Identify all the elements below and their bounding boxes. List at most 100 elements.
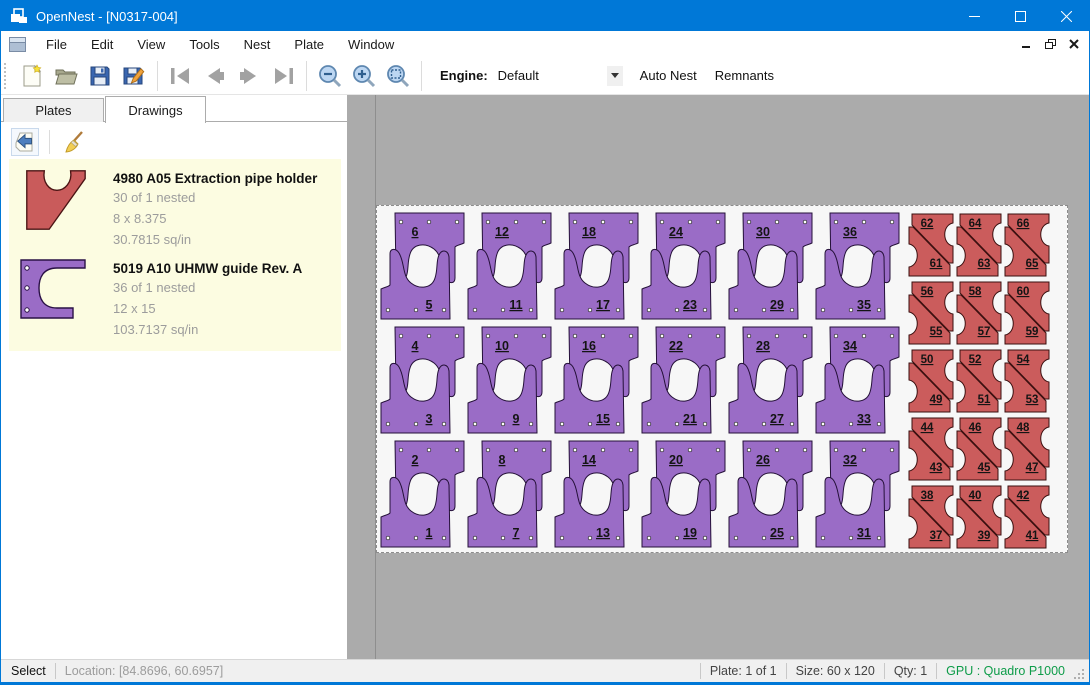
remnants-button[interactable]: Remnants <box>706 62 783 89</box>
drawing-area: 103.7137 sq/in <box>113 321 302 339</box>
nest-pair-purple: 87 <box>468 441 551 547</box>
menu-file[interactable]: File <box>34 33 79 56</box>
part-number: 10 <box>495 339 509 353</box>
first-plate-icon <box>168 65 194 87</box>
mdi-document-icon[interactable] <box>9 37 26 52</box>
menu-plate[interactable]: Plate <box>282 33 336 56</box>
last-plate-icon <box>270 65 296 87</box>
clear-drawings-button[interactable] <box>60 128 88 156</box>
status-bar: Select Location: [84.8696, 60.6957] Plat… <box>1 659 1089 682</box>
part-number: 56 <box>921 286 934 298</box>
nest-pair-purple: 2625 <box>729 441 812 547</box>
save-as-button[interactable] <box>117 60 151 92</box>
part-number: 37 <box>930 530 943 542</box>
close-button[interactable] <box>1043 1 1089 31</box>
part-number: 59 <box>1026 326 1039 338</box>
new-button[interactable] <box>15 60 49 92</box>
part-number: 32 <box>843 453 857 467</box>
cursor-location: Location: [84.8696, 60.6957] <box>65 664 223 678</box>
part-hole <box>501 422 505 426</box>
part-number: 35 <box>857 298 871 312</box>
next-plate-button[interactable] <box>232 60 266 92</box>
minimize-button[interactable] <box>951 1 997 31</box>
tab-plates[interactable]: Plates <box>3 98 104 122</box>
mdi-minimize-button[interactable] <box>1017 35 1035 53</box>
part-number: 34 <box>843 339 857 353</box>
previous-plate-button[interactable] <box>198 60 232 92</box>
nest-pair-purple: 2019 <box>642 441 725 547</box>
main-toolbar: Engine: Default Auto Nest Remnants <box>1 57 1089 95</box>
open-button[interactable] <box>49 60 83 92</box>
menu-tools[interactable]: Tools <box>177 33 231 56</box>
part-number: 36 <box>843 225 857 239</box>
menu-edit[interactable]: Edit <box>79 33 125 56</box>
nest-pair-red: 4645 <box>957 418 1001 480</box>
part-hole <box>703 422 707 426</box>
part-hole <box>414 422 418 426</box>
part-number: 64 <box>969 218 982 230</box>
drawing-area: 30.7815 sq/in <box>113 231 317 249</box>
nest-canvas[interactable]: 6512111817242330293635431091615222128273… <box>347 95 1089 661</box>
drawing-item-4980[interactable]: 4980 A05 Extraction pipe holder 30 of 1 … <box>9 163 341 253</box>
first-plate-button[interactable] <box>164 60 198 92</box>
nest-pair-purple: 65 <box>381 213 464 319</box>
part-hole <box>747 334 751 338</box>
part-hole <box>675 308 679 312</box>
maximize-button[interactable] <box>997 1 1043 31</box>
part-hole <box>660 448 664 452</box>
mdi-restore-button[interactable] <box>1041 35 1059 53</box>
part-hole <box>688 448 692 452</box>
part-hole <box>877 308 881 312</box>
maximize-icon <box>1015 11 1026 22</box>
resize-grip[interactable] <box>1073 668 1085 680</box>
engine-combobox[interactable]: Default <box>494 64 603 88</box>
toolbar-grip[interactable] <box>4 63 9 89</box>
part-number: 2 <box>412 453 419 467</box>
engine-dropdown-button[interactable] <box>607 66 623 86</box>
nest-pair-red: 6665 <box>1005 214 1049 276</box>
zoom-fit-button[interactable] <box>381 60 415 92</box>
part-hole <box>862 448 866 452</box>
plate[interactable]: 6512111817242330293635431091615222128273… <box>376 205 1068 553</box>
part-number: 29 <box>770 298 784 312</box>
part-hole <box>734 308 738 312</box>
part-hole <box>877 422 881 426</box>
plate-count: Plate: 1 of 1 <box>710 664 777 678</box>
import-drawing-button[interactable] <box>11 128 39 156</box>
part-hole <box>821 308 825 312</box>
zoom-out-button[interactable] <box>313 60 347 92</box>
menu-nest[interactable]: Nest <box>232 33 283 56</box>
save-button[interactable] <box>83 60 117 92</box>
engine-label: Engine: <box>440 68 488 83</box>
mdi-close-button[interactable] <box>1065 35 1083 53</box>
zoom-in-icon <box>351 63 377 89</box>
drawing-thumbnail-red <box>19 168 91 234</box>
last-plate-button[interactable] <box>266 60 300 92</box>
nest-pair-red: 5453 <box>1005 350 1049 412</box>
part-number: 26 <box>756 453 770 467</box>
part-number: 33 <box>857 412 871 426</box>
part-hole <box>442 422 446 426</box>
part-number: 5 <box>426 298 433 312</box>
tab-drawings[interactable]: Drawings <box>105 96 206 123</box>
nest-pair-purple: 43 <box>381 327 464 433</box>
part-hole <box>560 536 564 540</box>
auto-nest-button[interactable]: Auto Nest <box>631 62 706 89</box>
part-hole <box>601 334 605 338</box>
drawings-toolbar <box>1 125 347 159</box>
zoom-in-button[interactable] <box>347 60 381 92</box>
part-hole <box>803 448 807 452</box>
part-number: 53 <box>1026 394 1039 406</box>
part-number: 21 <box>683 412 697 426</box>
part-hole <box>573 448 577 452</box>
part-number: 6 <box>412 225 419 239</box>
part-number: 39 <box>978 530 991 542</box>
drawing-thumbnail-purple <box>19 258 89 322</box>
minimize-icon <box>969 11 980 22</box>
menu-view[interactable]: View <box>125 33 177 56</box>
menu-window[interactable]: Window <box>336 33 406 56</box>
nest-pair-purple: 2221 <box>642 327 725 433</box>
drawing-item-5019[interactable]: 5019 A10 UHMW guide Rev. A 36 of 1 neste… <box>9 253 341 343</box>
part-hole <box>849 308 853 312</box>
part-hole <box>834 448 838 452</box>
